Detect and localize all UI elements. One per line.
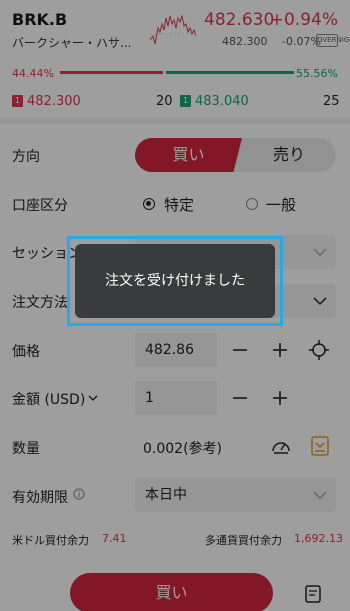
toast-message: 注文を受け付けました bbox=[75, 244, 275, 318]
